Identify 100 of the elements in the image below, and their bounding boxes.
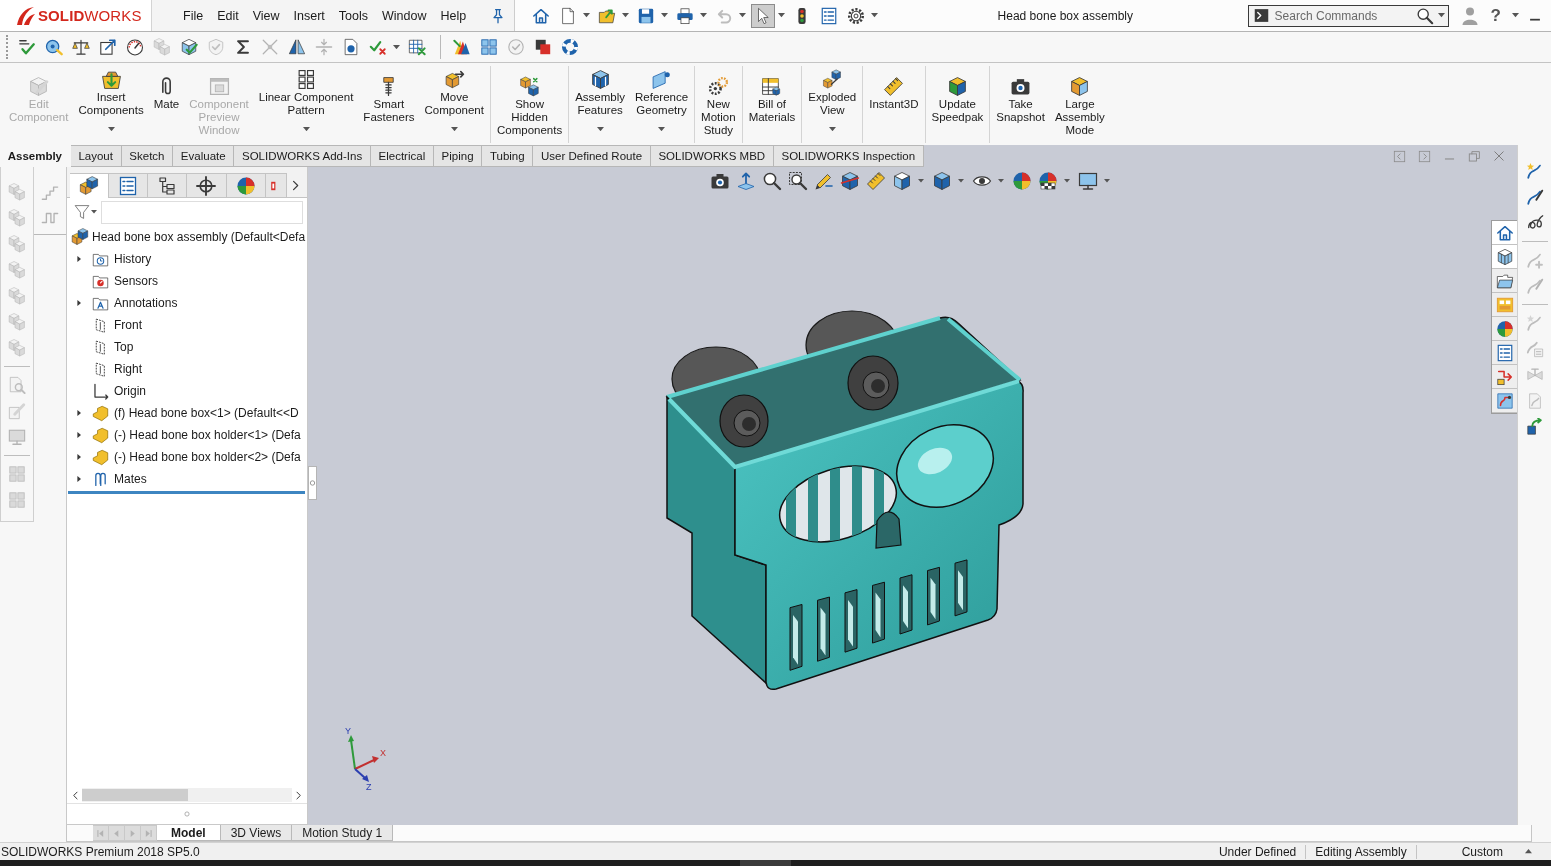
- cube-solid-icon[interactable]: [932, 171, 952, 191]
- search-input[interactable]: Search Commands: [1272, 6, 1412, 25]
- ribbon-button[interactable]: Update Speedpak: [926, 64, 989, 143]
- help-button[interactable]: ?: [1488, 5, 1503, 26]
- expand-arrow-icon[interactable]: [75, 475, 83, 483]
- tree-item[interactable]: Sensors: [92, 272, 159, 290]
- magnifier-icon[interactable]: [762, 171, 782, 191]
- ribbon-button[interactable]: Smart Fasteners: [358, 64, 420, 143]
- caret-icon[interactable]: [1104, 179, 1110, 183]
- caret-icon[interactable]: [621, 13, 629, 18]
- ribbon-button[interactable]: Reference Geometry: [630, 64, 694, 143]
- graphics-area[interactable]: Y X Z: [308, 167, 1517, 825]
- tree-item[interactable]: (f) Head bone box<1> (Default<<D: [92, 404, 299, 422]
- resize-grip-icon[interactable]: [184, 811, 190, 817]
- tab[interactable]: 3D Views: [220, 825, 293, 841]
- caret-icon[interactable]: [1064, 179, 1070, 183]
- caret-icon[interactable]: [828, 127, 836, 132]
- panel-tab[interactable]: [226, 173, 266, 197]
- expand-arrow-icon[interactable]: [75, 431, 83, 439]
- ruler-icon[interactable]: [866, 171, 886, 191]
- camera-icon[interactable]: [710, 171, 730, 191]
- scrollbar-thumb[interactable]: [82, 789, 188, 801]
- pencil-icon[interactable]: [814, 171, 834, 191]
- axis-arrow-icon[interactable]: [736, 171, 756, 191]
- filter-field[interactable]: [101, 200, 303, 224]
- ribbon-button[interactable]: Linear Component Pattern: [253, 64, 359, 143]
- pin-icon[interactable]: [490, 7, 506, 24]
- ribbon-button[interactable]: Assembly Features: [570, 64, 631, 143]
- tree-item[interactable]: Right: [92, 360, 142, 378]
- caret-icon[interactable]: [1525, 849, 1532, 854]
- ribbon-button[interactable]: Bill of Materials: [743, 64, 801, 143]
- caret-icon[interactable]: [302, 127, 310, 132]
- ribbon-button[interactable]: Take Snapshot: [991, 64, 1050, 143]
- tree-item[interactable]: Head bone box assembly (Default<Defa: [71, 228, 306, 246]
- caret-icon[interactable]: [107, 127, 115, 132]
- tree-item[interactable]: Annotations: [92, 294, 178, 312]
- ribbon-button[interactable]: Show Hidden Components: [491, 64, 568, 143]
- tree-item[interactable]: Front: [92, 316, 142, 334]
- task-pane-tab[interactable]: [1492, 221, 1517, 245]
- menu-item[interactable]: View: [245, 4, 287, 27]
- color-checker-icon[interactable]: [1038, 171, 1058, 191]
- caret-icon[interactable]: [958, 179, 964, 183]
- filter-button[interactable]: [74, 204, 97, 220]
- caret-icon[interactable]: [658, 127, 666, 132]
- caret-icon[interactable]: [870, 13, 878, 18]
- toolbar-button[interactable]: [751, 3, 775, 28]
- menu-item[interactable]: Window: [375, 4, 434, 27]
- caret-icon[interactable]: [699, 13, 707, 18]
- ribbon-button[interactable]: Large Assembly Mode: [1049, 64, 1110, 143]
- magnifier-box-icon[interactable]: [788, 171, 808, 191]
- caret-icon[interactable]: [1437, 13, 1445, 18]
- caret-icon[interactable]: [998, 179, 1004, 183]
- tab[interactable]: Layout: [70, 145, 122, 167]
- tab[interactable]: User Defined Route: [533, 145, 651, 167]
- ribbon-button[interactable]: Move Component: [419, 64, 489, 143]
- monitor-icon[interactable]: [1078, 171, 1098, 191]
- menu-item[interactable]: Insert: [286, 4, 332, 27]
- menu-item[interactable]: Tools: [331, 4, 376, 27]
- tab[interactable]: Evaluate: [173, 145, 235, 167]
- caret-icon[interactable]: [392, 44, 400, 50]
- tab[interactable]: SOLIDWORKS Inspection: [773, 145, 924, 167]
- menu-item[interactable]: Help: [433, 4, 474, 27]
- tab[interactable]: Tubing: [482, 145, 534, 167]
- color-ball-icon[interactable]: [1012, 171, 1032, 191]
- tab[interactable]: SOLIDWORKS MBD: [650, 145, 774, 167]
- close-icon[interactable]: [1493, 150, 1505, 162]
- panel-tab[interactable]: [70, 173, 110, 198]
- tree-item[interactable]: History: [92, 250, 152, 268]
- ribbon-button[interactable]: Mate: [148, 64, 185, 143]
- ribbon-button[interactable]: Instant3D: [864, 64, 924, 143]
- caret-icon[interactable]: [582, 13, 590, 18]
- panel-tab[interactable]: [148, 173, 188, 197]
- panel-tab[interactable]: [109, 173, 149, 197]
- panel-tab[interactable]: [187, 173, 227, 197]
- caret-icon[interactable]: [1512, 13, 1519, 18]
- ribbon-button[interactable]: Insert Components: [73, 64, 149, 143]
- caret-icon[interactable]: [660, 13, 668, 18]
- tree-item[interactable]: (-) Head bone box holder<1> (Defa: [92, 426, 301, 444]
- scrollbar-track[interactable]: [82, 788, 292, 802]
- tab[interactable]: SOLIDWORKS Add-Ins: [234, 145, 371, 167]
- tab[interactable]: Piping: [433, 145, 483, 167]
- expand-arrow-icon[interactable]: [75, 453, 83, 461]
- ribbon-button[interactable]: New Motion Study: [696, 64, 741, 143]
- caret-icon[interactable]: [450, 127, 458, 132]
- scroll-left-icon[interactable]: [71, 790, 80, 800]
- section-box-icon[interactable]: [840, 171, 860, 191]
- task-pane-tab[interactable]: [1492, 245, 1517, 269]
- caret-icon[interactable]: [596, 127, 604, 132]
- tab[interactable]: Electrical: [370, 145, 434, 167]
- expand-arrow-icon[interactable]: [75, 299, 83, 307]
- tab[interactable]: Motion Study 1: [292, 825, 394, 841]
- ribbon-button[interactable]: Exploded View: [803, 64, 862, 143]
- tab[interactable]: Sketch: [121, 145, 174, 167]
- search-field[interactable]: Search Commands: [1247, 4, 1449, 27]
- tree-item[interactable]: (-) Head bone box holder<2> (Defa: [92, 448, 301, 466]
- cube-view-icon[interactable]: [892, 171, 912, 191]
- menu-item[interactable]: File: [176, 4, 211, 27]
- tab[interactable]: Model: [157, 825, 221, 841]
- search-icon[interactable]: [1415, 6, 1434, 25]
- tree-item[interactable]: Mates: [92, 470, 147, 488]
